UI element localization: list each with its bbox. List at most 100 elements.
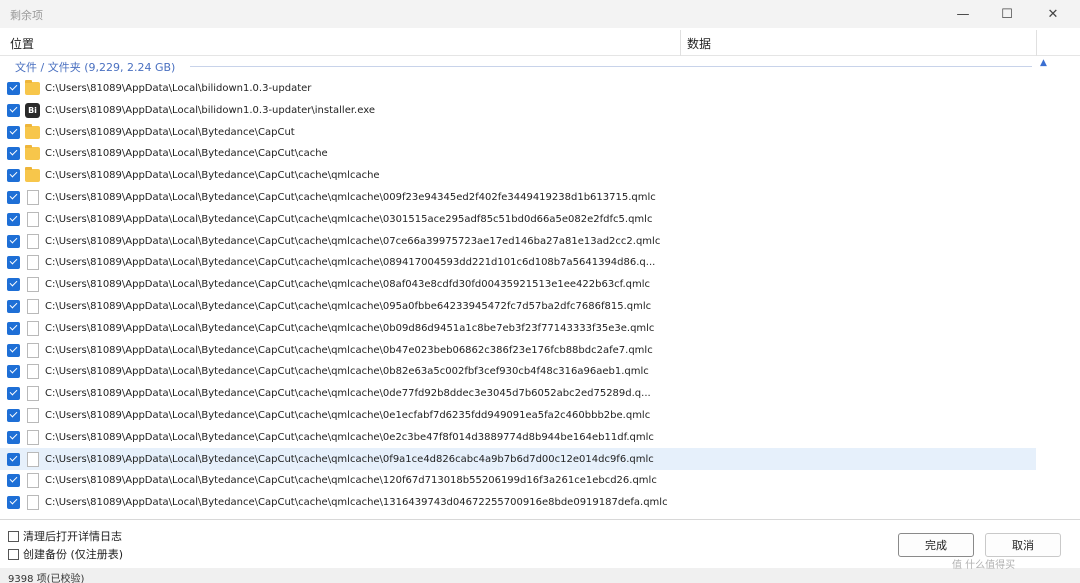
item-path: C:\Users\81089\AppData\Local\Bytedance\C… bbox=[45, 387, 651, 399]
item-checkbox[interactable] bbox=[7, 190, 20, 204]
item-checkbox[interactable] bbox=[7, 495, 20, 509]
list-item[interactable]: C:\Users\81089\AppData\Local\Bytedance\C… bbox=[0, 230, 1036, 252]
file-icon bbox=[27, 472, 39, 488]
item-checkbox[interactable] bbox=[7, 452, 20, 466]
item-checkbox[interactable] bbox=[7, 146, 20, 160]
item-checkbox[interactable] bbox=[7, 430, 20, 444]
column-header: 位置 数据 bbox=[0, 30, 1080, 56]
item-checkbox[interactable] bbox=[7, 343, 20, 357]
open-log-checkbox[interactable] bbox=[8, 530, 19, 542]
list-item[interactable]: C:\Users\81089\AppData\Local\Bytedance\C… bbox=[0, 186, 1036, 208]
file-icon bbox=[27, 320, 39, 336]
item-checkbox[interactable] bbox=[7, 277, 20, 291]
list-item[interactable]: C:\Users\81089\AppData\Local\Bytedance\C… bbox=[0, 469, 1036, 491]
open-log-label: 清理后打开详情日志 bbox=[23, 530, 122, 543]
list-item[interactable]: C:\Users\81089\AppData\Local\Bytedance\C… bbox=[0, 426, 1036, 448]
done-button[interactable]: 完成 bbox=[898, 533, 974, 557]
item-checkbox[interactable] bbox=[7, 103, 20, 117]
item-checkbox[interactable] bbox=[7, 408, 20, 422]
list-item[interactable]: C:\Users\81089\AppData\Local\Bytedance\C… bbox=[0, 317, 1036, 339]
open-log-option[interactable]: 清理后打开详情日志 bbox=[8, 528, 122, 544]
column-location[interactable]: 位置 bbox=[10, 35, 34, 52]
folder-icon bbox=[25, 123, 40, 139]
vertical-scrollbar[interactable] bbox=[1038, 56, 1052, 518]
list-item[interactable]: C:\Users\81089\AppData\Local\Bytedance\C… bbox=[0, 491, 1036, 513]
create-backup-checkbox[interactable] bbox=[8, 548, 19, 560]
file-icon bbox=[27, 298, 39, 314]
item-checkbox[interactable] bbox=[7, 364, 20, 378]
item-path: C:\Users\81089\AppData\Local\Bytedance\C… bbox=[45, 344, 653, 356]
item-path: C:\Users\81089\AppData\Local\Bytedance\C… bbox=[45, 169, 380, 181]
group-header[interactable]: 文件 / 文件夹 (9,229, 2.24 GB) bbox=[0, 56, 1040, 76]
title-bar: 剩余项 — ☐ ✕ bbox=[0, 0, 1080, 28]
file-icon bbox=[27, 233, 39, 249]
list-item[interactable]: C:\Users\81089\AppData\Local\Bytedance\C… bbox=[0, 404, 1036, 426]
close-button[interactable]: ✕ bbox=[1030, 0, 1076, 28]
list-item[interactable]: C:\Users\81089\AppData\Local\Bytedance\C… bbox=[0, 448, 1036, 470]
create-backup-label: 创建备份 (仅注册表) bbox=[23, 548, 124, 561]
item-checkbox[interactable] bbox=[7, 386, 20, 400]
list-item[interactable]: C:\Users\81089\AppData\Local\Bytedance\C… bbox=[0, 295, 1036, 317]
list-item[interactable]: C:\Users\81089\AppData\Local\Bytedance\C… bbox=[0, 382, 1036, 404]
file-icon bbox=[27, 189, 39, 205]
file-icon bbox=[27, 342, 39, 358]
item-path: C:\Users\81089\AppData\Local\Bytedance\C… bbox=[45, 322, 655, 334]
minimize-button[interactable]: — bbox=[940, 0, 986, 28]
file-icon bbox=[27, 276, 39, 292]
item-path: C:\Users\81089\AppData\Local\Bytedance\C… bbox=[45, 474, 657, 486]
file-icon bbox=[27, 407, 39, 423]
group-label: 文件 / 文件夹 (9,229, 2.24 GB) bbox=[15, 61, 176, 74]
item-checkbox[interactable] bbox=[7, 473, 20, 487]
column-divider[interactable] bbox=[680, 30, 681, 56]
item-path: C:\Users\81089\AppData\Local\Bytedance\C… bbox=[45, 300, 652, 312]
file-icon bbox=[27, 429, 39, 445]
item-checkbox[interactable] bbox=[7, 321, 20, 335]
list-item[interactable]: C:\Users\81089\AppData\Local\Bytedance\C… bbox=[0, 339, 1036, 361]
item-checkbox[interactable] bbox=[7, 255, 20, 269]
item-checkbox[interactable] bbox=[7, 81, 20, 95]
item-path: C:\Users\81089\AppData\Local\Bytedance\C… bbox=[45, 431, 654, 443]
list-item[interactable]: C:\Users\81089\AppData\Local\Bytedance\C… bbox=[0, 360, 1036, 382]
exe-file-icon: Bi bbox=[25, 102, 40, 118]
window-title: 剩余项 bbox=[10, 9, 43, 22]
list-item[interactable]: C:\Users\81089\AppData\Local\Bytedance\C… bbox=[0, 121, 1036, 143]
item-checkbox[interactable] bbox=[7, 125, 20, 139]
file-icon bbox=[27, 451, 39, 467]
column-data[interactable]: 数据 bbox=[687, 35, 711, 52]
list-item[interactable]: C:\Users\81089\AppData\Local\Bytedance\C… bbox=[0, 273, 1036, 295]
scroll-up-icon[interactable]: ▲ bbox=[1040, 58, 1047, 68]
bottom-divider bbox=[0, 519, 1080, 520]
status-text: 9398 项(已校验) bbox=[8, 574, 85, 583]
column-divider-end bbox=[1036, 30, 1037, 56]
watermark: 值 什么值得买 bbox=[952, 560, 1016, 571]
list-item[interactable]: C:\Users\81089\AppData\Local\Bytedance\C… bbox=[0, 208, 1036, 230]
item-path: C:\Users\81089\AppData\Local\Bytedance\C… bbox=[45, 453, 654, 465]
item-path: C:\Users\81089\AppData\Local\Bytedance\C… bbox=[45, 278, 651, 290]
file-icon bbox=[27, 385, 39, 401]
list-item[interactable]: C:\Users\81089\AppData\Local\Bytedance\C… bbox=[0, 164, 1036, 186]
list-item[interactable]: C:\Users\81089\AppData\Local\bilidown1.0… bbox=[0, 77, 1036, 99]
item-path: C:\Users\81089\AppData\Local\Bytedance\C… bbox=[45, 147, 328, 159]
status-bar: 9398 项(已校验) bbox=[0, 568, 1080, 583]
list-item[interactable]: C:\Users\81089\AppData\Local\Bytedance\C… bbox=[0, 251, 1036, 273]
item-path: C:\Users\81089\AppData\Local\bilidown1.0… bbox=[45, 104, 375, 116]
item-path: C:\Users\81089\AppData\Local\Bytedance\C… bbox=[45, 365, 649, 377]
cancel-button[interactable]: 取消 bbox=[985, 533, 1061, 557]
maximize-button[interactable]: ☐ bbox=[984, 0, 1030, 28]
item-checkbox[interactable] bbox=[7, 234, 20, 248]
file-icon bbox=[27, 363, 39, 379]
folder-icon bbox=[25, 166, 40, 182]
item-path: C:\Users\81089\AppData\Local\Bytedance\C… bbox=[45, 213, 653, 225]
item-path: C:\Users\81089\AppData\Local\bilidown1.0… bbox=[45, 82, 312, 94]
item-checkbox[interactable] bbox=[7, 168, 20, 182]
file-list: C:\Users\81089\AppData\Local\bilidown1.0… bbox=[0, 77, 1038, 518]
item-path: C:\Users\81089\AppData\Local\Bytedance\C… bbox=[45, 235, 661, 247]
item-checkbox[interactable] bbox=[7, 212, 20, 226]
item-path: C:\Users\81089\AppData\Local\Bytedance\C… bbox=[45, 409, 651, 421]
item-path: C:\Users\81089\AppData\Local\Bytedance\C… bbox=[45, 191, 656, 203]
list-item[interactable]: Bi C:\Users\81089\AppData\Local\bilidown1… bbox=[0, 99, 1036, 121]
create-backup-option[interactable]: 创建备份 (仅注册表) bbox=[8, 546, 123, 562]
list-item[interactable]: C:\Users\81089\AppData\Local\Bytedance\C… bbox=[0, 142, 1036, 164]
item-checkbox[interactable] bbox=[7, 299, 20, 313]
item-path: C:\Users\81089\AppData\Local\Bytedance\C… bbox=[45, 126, 295, 138]
